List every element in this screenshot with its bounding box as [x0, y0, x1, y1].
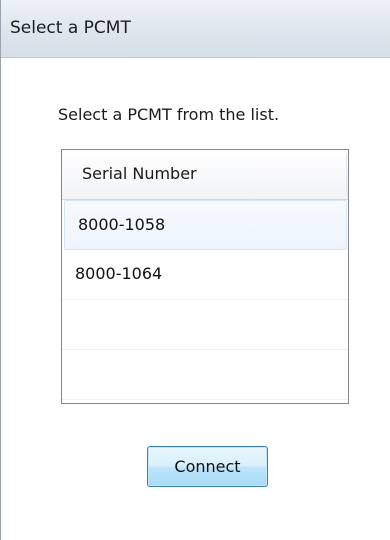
serial-number-cell: 8000-1058 — [78, 215, 166, 234]
column-header-serial-number[interactable]: Serial Number — [62, 150, 348, 200]
column-header-label: Serial Number — [82, 164, 197, 183]
column-divider — [346, 154, 347, 196]
serial-number-cell: 8000-1064 — [75, 264, 163, 283]
connect-button[interactable]: Connect — [147, 446, 268, 487]
pcmt-list[interactable]: Serial Number 8000-1058 8000-1064 — [61, 149, 349, 404]
instruction-text: Select a PCMT from the list. — [58, 105, 280, 124]
list-item-empty — [62, 350, 348, 400]
list-item[interactable]: 8000-1058 — [64, 200, 347, 250]
list-item[interactable]: 8000-1064 — [62, 250, 348, 300]
title-bar[interactable]: Select a PCMT — [1, 0, 390, 58]
window-title: Select a PCMT — [10, 18, 131, 38]
list-item-empty — [62, 300, 348, 350]
dialog-window: Select a PCMT Select a PCMT from the lis… — [0, 0, 390, 540]
